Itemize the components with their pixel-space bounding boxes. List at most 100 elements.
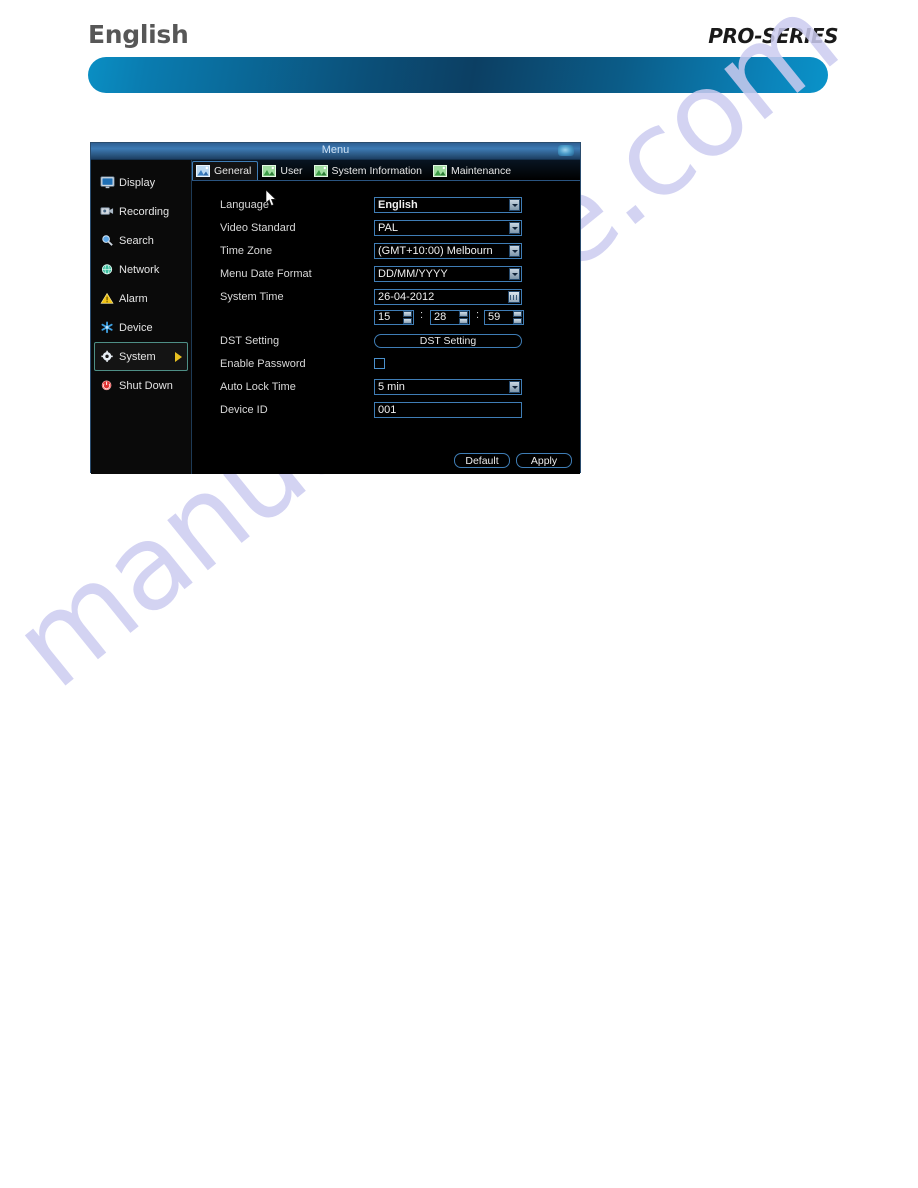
- video-standard-select-wrap: PAL: [374, 219, 522, 236]
- system-date-value: 26-04-2012: [378, 290, 435, 303]
- page-header: English PRO-SERIES: [0, 0, 918, 110]
- minutes-stepper-buttons[interactable]: [459, 311, 468, 324]
- language-label: Language: [220, 198, 269, 211]
- tab-maintenance[interactable]: Maintenance: [429, 161, 518, 180]
- sidebar-label: Device: [119, 321, 153, 334]
- sidebar-item-display[interactable]: Display: [94, 168, 188, 197]
- picture-icon: [432, 165, 447, 177]
- device-id-input[interactable]: 001: [374, 401, 522, 418]
- sidebar-item-device[interactable]: Device: [94, 313, 188, 342]
- close-icon[interactable]: [558, 145, 574, 156]
- time-zone-select-wrap: (GMT+10:00) Melbourn: [374, 242, 522, 259]
- sidebar-item-search[interactable]: Search: [94, 226, 188, 255]
- minutes-value: 28: [434, 311, 447, 323]
- hours-stepper[interactable]: 15: [374, 310, 414, 325]
- row-video-standard: Video Standard PAL: [192, 216, 580, 239]
- power-icon: [101, 380, 112, 391]
- sidebar-label: Alarm: [119, 292, 148, 305]
- sidebar-item-recording[interactable]: Recording: [94, 197, 188, 226]
- row-system-time: System Time 26-04-2012: [192, 285, 580, 308]
- row-auto-lock-time: Auto Lock Time 5 min: [192, 375, 580, 398]
- minutes-stepper[interactable]: 28: [430, 310, 470, 325]
- auto-lock-select-wrap: 5 min: [374, 378, 522, 395]
- sidebar-item-network[interactable]: Network: [94, 255, 188, 284]
- chevron-right-icon: [175, 352, 182, 362]
- picture-icon: [313, 165, 328, 177]
- magnifier-icon: [102, 235, 113, 246]
- gear-icon: [101, 350, 113, 362]
- tab-general[interactable]: General: [192, 161, 259, 180]
- auto-lock-time-value: 5 min: [378, 380, 405, 393]
- video-standard-label: Video Standard: [220, 221, 296, 234]
- system-date-wrap: 26-04-2012: [374, 288, 522, 305]
- camera-icon: [100, 207, 114, 215]
- dst-setting-button[interactable]: DST Setting: [374, 333, 522, 348]
- hours-value: 15: [378, 311, 391, 323]
- enable-password-label: Enable Password: [220, 357, 306, 370]
- system-date-input[interactable]: 26-04-2012: [374, 288, 522, 305]
- system-time-label: System Time: [220, 290, 284, 303]
- chevron-down-icon[interactable]: [509, 267, 520, 280]
- language-select[interactable]: English: [374, 196, 522, 213]
- auto-lock-time-select[interactable]: 5 min: [374, 378, 522, 395]
- chevron-down-icon[interactable]: [509, 244, 520, 257]
- apply-button[interactable]: Apply: [516, 453, 572, 468]
- sidebar-item-alarm[interactable]: Alarm: [94, 284, 188, 313]
- enable-password-checkbox[interactable]: [374, 358, 385, 369]
- seconds-value: 59: [488, 311, 501, 323]
- row-time-zone: Time Zone (GMT+10:00) Melbourn: [192, 239, 580, 262]
- auto-lock-time-label: Auto Lock Time: [220, 380, 296, 393]
- time-zone-value: (GMT+10:00) Melbourn: [378, 244, 493, 257]
- date-format-label: Menu Date Format: [220, 267, 312, 280]
- tab-label: Maintenance: [450, 165, 512, 177]
- picture-icon: [262, 165, 277, 177]
- calendar-icon[interactable]: [508, 290, 520, 303]
- window-titlebar: Menu: [91, 143, 580, 160]
- tab-system-information[interactable]: System Information: [310, 161, 429, 180]
- form-action-buttons: Default Apply: [454, 453, 572, 468]
- video-standard-select[interactable]: PAL: [374, 219, 522, 236]
- language-value: English: [378, 198, 418, 211]
- tab-label: System Information: [331, 165, 422, 177]
- hours-stepper-buttons[interactable]: [403, 311, 412, 324]
- brand-logo: PRO-SERIES: [708, 24, 838, 48]
- row-enable-password: Enable Password: [192, 352, 580, 375]
- general-settings-form: Language English Video Standard PAL Time…: [192, 181, 580, 421]
- window-body: Display Recording Search Network Alarm D…: [91, 160, 580, 474]
- seconds-stepper-buttons[interactable]: [513, 311, 522, 324]
- seconds-stepper[interactable]: 59: [484, 310, 524, 325]
- enable-password-wrap: [374, 358, 385, 369]
- dvr-menu-window: Menu Display Recording Search Network Al…: [90, 142, 581, 474]
- date-format-select[interactable]: DD/MM/YYYY: [374, 265, 522, 282]
- time-separator-2: :: [476, 309, 480, 321]
- tab-user[interactable]: User: [258, 161, 309, 180]
- row-language: Language English: [192, 193, 580, 216]
- content-pane: General User System Information Maintena…: [192, 160, 580, 474]
- chevron-down-icon[interactable]: [509, 198, 520, 211]
- time-zone-label: Time Zone: [220, 244, 273, 257]
- time-zone-select[interactable]: (GMT+10:00) Melbourn: [374, 242, 522, 259]
- date-format-value: DD/MM/YYYY: [378, 267, 448, 280]
- chevron-down-icon[interactable]: [509, 221, 520, 234]
- sidebar-label: Recording: [119, 205, 170, 218]
- window-title: Menu: [321, 144, 350, 156]
- sidebar-label: Search: [119, 234, 154, 247]
- language-select-wrap: English: [374, 196, 522, 213]
- chevron-down-icon[interactable]: [509, 380, 520, 393]
- row-device-id: Device ID 001: [192, 398, 580, 421]
- row-date-format: Menu Date Format DD/MM/YYYY: [192, 262, 580, 285]
- device-id-label: Device ID: [220, 403, 268, 416]
- sidebar-item-system[interactable]: System: [94, 342, 188, 371]
- dst-setting-label: DST Setting: [220, 334, 280, 347]
- sidebar-item-shut-down[interactable]: Shut Down: [94, 371, 188, 400]
- warning-triangle-icon: [100, 292, 114, 304]
- system-time-spinners: 15 : 28 : 59: [192, 308, 580, 329]
- sidebar: Display Recording Search Network Alarm D…: [91, 160, 192, 474]
- monitor-icon: [100, 176, 115, 189]
- video-standard-value: PAL: [378, 221, 398, 234]
- time-separator-1: :: [420, 309, 424, 321]
- dst-button-wrap: DST Setting: [374, 333, 522, 348]
- date-format-select-wrap: DD/MM/YYYY: [374, 265, 522, 282]
- default-button[interactable]: Default: [454, 453, 510, 468]
- page-language-title: English: [88, 20, 189, 49]
